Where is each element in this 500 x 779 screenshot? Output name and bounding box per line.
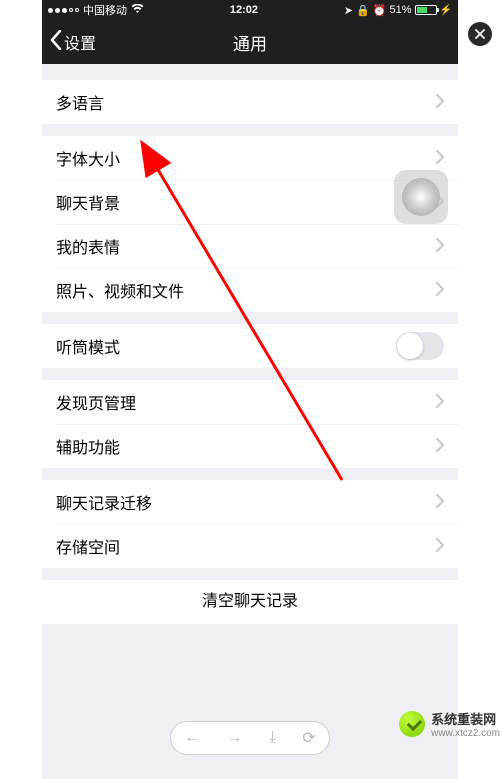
watermark-url: www.xtcz2.com (431, 728, 500, 739)
phone-frame: 中国移动 12:02 ➤ 🔒 ⏰ 51% ⚡ 设置 通用 多语言字体大小聊天背景… (42, 0, 458, 779)
close-button[interactable] (468, 22, 492, 46)
carrier-label: 中国移动 (83, 2, 127, 18)
orientation-lock-icon: 🔒 (356, 4, 370, 17)
chevron-right-icon (436, 280, 444, 301)
cell-label: 照片、视频和文件 (56, 278, 436, 302)
watermark-logo-icon (399, 711, 425, 737)
bottom-toolbar: ← → ⤓ ⟳ (170, 721, 330, 755)
settings-cell[interactable]: 聊天记录迁移 (42, 480, 458, 524)
assistive-touch-icon (402, 178, 440, 216)
status-left: 中国移动 (48, 2, 144, 18)
chevron-right-icon (436, 148, 444, 169)
charging-icon: ⚡ (440, 5, 452, 16)
settings-cell[interactable]: 辅助功能 (42, 424, 458, 468)
battery-pct: 51% (390, 4, 412, 16)
status-bar: 中国移动 12:02 ➤ 🔒 ⏰ 51% ⚡ (42, 0, 458, 20)
assistive-touch-button[interactable] (394, 170, 448, 224)
settings-cell[interactable]: 字体大小 (42, 136, 458, 180)
chevron-right-icon (436, 236, 444, 257)
chevron-right-icon (436, 392, 444, 413)
cell-label: 多语言 (56, 90, 436, 114)
toggle-switch[interactable] (396, 332, 444, 360)
cell-group: 发现页管理辅助功能 (42, 380, 458, 468)
chevron-right-icon (436, 492, 444, 513)
cell-group: 听筒模式 (42, 324, 458, 368)
cell-label: 我的表情 (56, 234, 436, 258)
page-title: 通用 (42, 30, 458, 55)
settings-cell[interactable]: 我的表情 (42, 224, 458, 268)
chevron-left-icon (50, 30, 62, 55)
cell-label: 听筒模式 (56, 334, 396, 358)
cell-label: 发现页管理 (56, 390, 436, 414)
back-label: 设置 (64, 30, 96, 54)
settings-cell[interactable]: 多语言 (42, 80, 458, 124)
watermark: 系统重装网 www.xtcz2.com (399, 709, 500, 739)
signal-dots-icon (48, 8, 79, 13)
settings-cell[interactable]: 发现页管理 (42, 380, 458, 424)
battery-icon (415, 5, 437, 15)
prev-icon[interactable]: ← (184, 729, 200, 747)
back-button[interactable]: 设置 (42, 30, 96, 55)
cell-label: 存储空间 (56, 534, 436, 558)
cell-label: 字体大小 (56, 146, 436, 170)
wifi-icon (131, 4, 144, 17)
download-icon[interactable]: ⤓ (269, 729, 276, 747)
settings-cell[interactable]: 听筒模式 (42, 324, 458, 368)
chevron-right-icon (436, 92, 444, 113)
next-icon[interactable]: → (227, 729, 243, 747)
cell-label: 聊天记录迁移 (56, 490, 436, 514)
chevron-right-icon (436, 536, 444, 557)
refresh-icon[interactable]: ⟳ (302, 728, 315, 748)
cell-group: 多语言 (42, 80, 458, 124)
status-time: 12:02 (230, 4, 258, 16)
clear-chat-history-button[interactable]: 清空聊天记录 (42, 580, 458, 624)
cell-label: 聊天背景 (56, 190, 436, 214)
settings-cell[interactable]: 照片、视频和文件 (42, 268, 458, 312)
settings-cell[interactable]: 存储空间 (42, 524, 458, 568)
cell-label: 辅助功能 (56, 434, 436, 458)
close-icon (475, 29, 485, 39)
status-right: ➤ 🔒 ⏰ 51% ⚡ (344, 4, 452, 17)
watermark-title: 系统重装网 (431, 709, 500, 728)
cell-group: 聊天记录迁移存储空间 (42, 480, 458, 568)
alarm-icon: ⏰ (373, 4, 387, 17)
chevron-right-icon (436, 436, 444, 457)
cell-group: 字体大小聊天背景我的表情照片、视频和文件 (42, 136, 458, 312)
nav-bar: 设置 通用 (42, 20, 458, 64)
navigation-icon: ➤ (344, 4, 353, 17)
